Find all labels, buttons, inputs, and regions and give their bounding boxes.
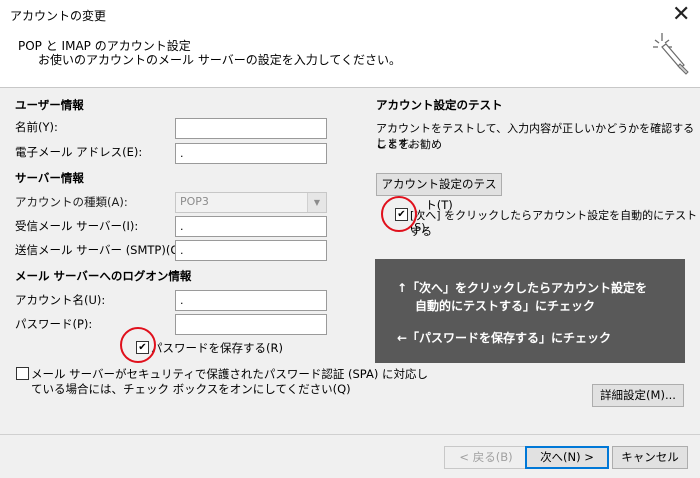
server-info-heading: サーバー情報 xyxy=(15,171,84,185)
account-type-label: アカウントの種類(A): xyxy=(15,195,128,209)
annotation-note: ↑「次へ」をクリックしたらアカウント設定を 自動的にテストする」にチェック ←「… xyxy=(375,259,685,363)
note-line-3: ←「パスワードを保存する」にチェック xyxy=(397,331,612,345)
footer-divider xyxy=(0,434,700,435)
window-title: アカウントの変更 xyxy=(10,9,107,23)
wizard-wand-icon xyxy=(653,33,689,75)
email-input[interactable]: . xyxy=(175,143,327,164)
dialog-header: POP と IMAP のアカウント設定 お使いのアカウントのメール サーバーの設… xyxy=(0,30,700,88)
incoming-server-input[interactable]: . xyxy=(175,216,327,237)
outgoing-server-label: 送信メール サーバー (SMTP)(O): xyxy=(15,243,188,257)
header-subtitle: お使いのアカウントのメール サーバーの設定を入力してください。 xyxy=(38,53,401,67)
account-type-value: POP3 xyxy=(180,195,209,208)
test-account-button[interactable]: アカウント設定のテスト(T) xyxy=(376,173,502,212)
spa-checkbox[interactable] xyxy=(16,367,29,380)
note-line-2: 自動的にテストする」にチェック xyxy=(415,299,596,313)
account-name-label: アカウント名(U): xyxy=(15,293,106,307)
user-info-heading: ユーザー情報 xyxy=(15,98,84,112)
account-name-input[interactable]: . xyxy=(175,290,327,311)
auto-test-label-line1[interactable]: [次へ] をクリックしたらアカウント設定を自動的にテストする xyxy=(410,207,700,239)
test-heading: アカウント設定のテスト xyxy=(376,98,503,112)
note-line-1: ↑「次へ」をクリックしたらアカウント設定を xyxy=(397,281,648,295)
spa-label-line2[interactable]: ている場合には、チェック ボックスをオンにしてください(Q) xyxy=(31,381,351,397)
highlight-circle-auto-test xyxy=(381,196,417,232)
password-label: パスワード(P): xyxy=(15,317,93,331)
chevron-down-icon: ▼ xyxy=(307,193,326,212)
next-button[interactable]: 次へ(N) > xyxy=(525,446,609,469)
logon-info-heading: メール サーバーへのログオン情報 xyxy=(15,269,192,283)
close-icon: ✕ xyxy=(672,2,691,27)
name-input[interactable] xyxy=(175,118,327,139)
outgoing-server-input[interactable]: . xyxy=(175,240,327,261)
back-button[interactable]: < 戻る(B) xyxy=(444,446,528,469)
save-password-label[interactable]: パスワードを保存する(R) xyxy=(151,340,283,356)
password-input[interactable] xyxy=(175,314,327,335)
test-description-line2: します。 xyxy=(376,137,419,150)
email-label: 電子メール アドレス(E): xyxy=(15,145,143,159)
advanced-settings-button[interactable]: 詳細設定(M)... xyxy=(592,384,684,407)
close-button[interactable]: ✕ xyxy=(660,0,700,30)
cancel-button[interactable]: キャンセル xyxy=(612,446,688,469)
incoming-server-label: 受信メール サーバー(I): xyxy=(15,219,139,233)
highlight-circle-save-password xyxy=(120,327,156,363)
account-type-select: POP3 ▼ xyxy=(175,192,327,213)
name-label: 名前(Y): xyxy=(15,120,58,134)
spa-label-line1[interactable]: メール サーバーがセキュリティで保護されたパスワード認証 (SPA) に対応し xyxy=(31,366,428,382)
test-description-line1: アカウントをテストして、入力内容が正しいかどうかを確認することをお勧め xyxy=(376,122,695,151)
title-bar: アカウントの変更 ✕ xyxy=(0,0,700,30)
